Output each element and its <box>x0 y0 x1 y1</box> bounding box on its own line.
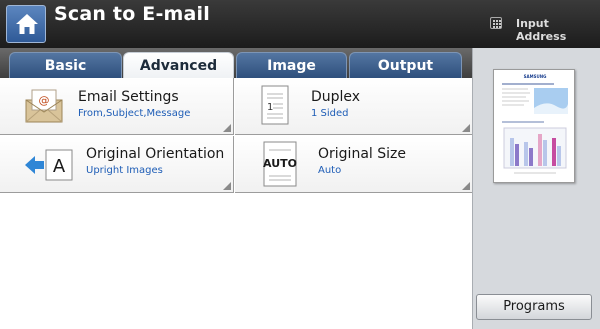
corner-indicator <box>462 182 470 190</box>
svg-text:AUTO: AUTO <box>263 157 297 170</box>
corner-indicator <box>223 182 231 190</box>
home-icon <box>16 14 38 34</box>
tab-output[interactable]: Output <box>349 52 462 78</box>
duplex-value: 1 Sided <box>311 108 349 119</box>
preview-page-image: SAMSUNG <box>502 74 568 174</box>
svg-text:1: 1 <box>267 102 273 113</box>
programs-button[interactable]: Programs <box>476 294 592 320</box>
duplex-button[interactable]: 1 Duplex 1 Sided <box>235 78 472 135</box>
svg-text:A: A <box>53 156 66 177</box>
duplex-label: Duplex <box>311 89 361 105</box>
tab-image[interactable]: Image <box>236 52 347 78</box>
original-orientation-value: Upright Images <box>86 165 163 176</box>
preview-panel: SAMSUNG Programs <box>472 48 600 329</box>
original-orientation-label: Original Orientation <box>86 146 225 162</box>
orientation-icon: A <box>25 149 73 181</box>
main-panel: Basic Advanced Image Output @ Email Sett… <box>0 48 472 329</box>
corner-indicator <box>462 124 470 132</box>
page-title: Scan to E-mail <box>54 3 210 25</box>
auto-size-icon: AUTO <box>263 141 297 187</box>
input-address-button[interactable]: Input Address <box>516 17 600 43</box>
tab-advanced[interactable]: Advanced <box>123 52 234 79</box>
original-orientation-button[interactable]: A Original Orientation Upright Images <box>0 136 234 193</box>
settings-grid: @ Email Settings From,Subject,Message 1 … <box>0 78 472 329</box>
preview-brand: SAMSUNG <box>524 74 547 79</box>
original-size-value: Auto <box>318 165 342 176</box>
email-settings-button[interactable]: @ Email Settings From,Subject,Message <box>0 78 234 135</box>
tab-strip: Basic Advanced Image Output <box>0 48 472 79</box>
title-bar: Scan to E-mail Input Address <box>0 0 600 48</box>
email-settings-label: Email Settings <box>78 89 179 105</box>
email-settings-value: From,Subject,Message <box>78 108 191 119</box>
home-button[interactable] <box>6 5 46 43</box>
corner-indicator <box>223 124 231 132</box>
tab-basic[interactable]: Basic <box>9 52 122 78</box>
svg-text:@: @ <box>39 94 50 107</box>
document-preview[interactable]: SAMSUNG <box>493 69 575 183</box>
original-size-label: Original Size <box>318 146 406 162</box>
original-size-button[interactable]: AUTO Original Size Auto <box>235 136 472 193</box>
address-book-icon[interactable] <box>490 17 502 29</box>
envelope-icon: @ <box>25 89 63 123</box>
duplex-page-icon: 1 <box>261 85 289 125</box>
